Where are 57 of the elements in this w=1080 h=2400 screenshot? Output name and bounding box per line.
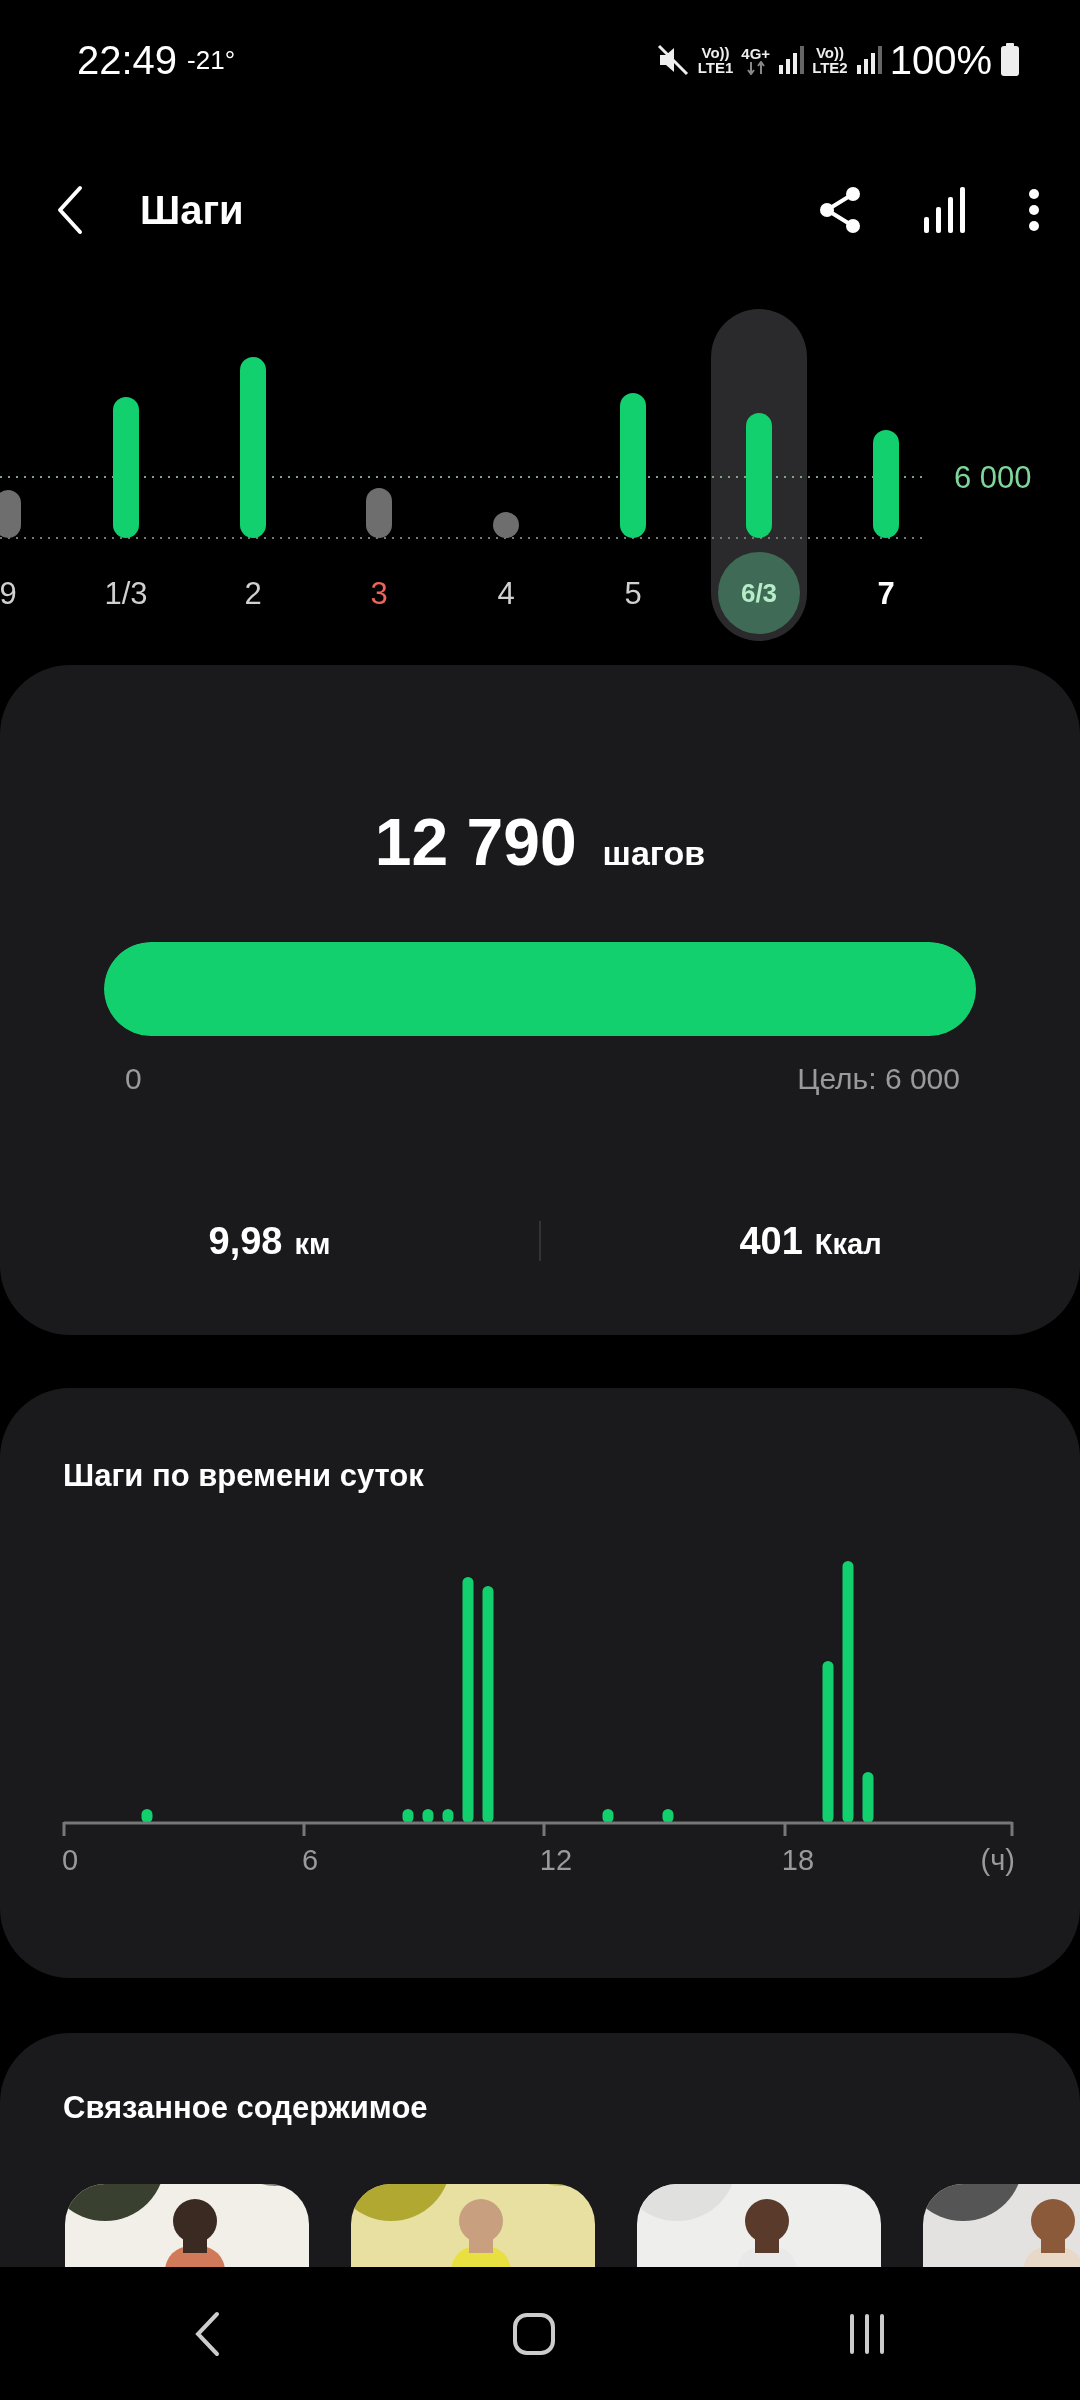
volte-label: Vo)) (700, 45, 731, 60)
hour-bar (402, 1808, 414, 1823)
back-icon (193, 2310, 222, 2357)
card-title: Шаги по времени суток (62, 1457, 425, 1495)
day-label[interactable]: 7 (877, 576, 895, 611)
back-icon (55, 185, 85, 235)
axis-label: 0 (62, 1843, 79, 1876)
back-button[interactable] (55, 185, 85, 235)
clock: 22:49 (77, 37, 178, 84)
distance-value: 9,98 (208, 1218, 283, 1264)
step-unit: шагов (602, 833, 706, 874)
hour-bar (662, 1808, 674, 1823)
step-count: 12 790 (374, 804, 577, 881)
battery-icon (1000, 43, 1020, 77)
battery-percent: 100% (889, 37, 992, 84)
signal-icon (855, 45, 882, 75)
volte-label: Vo)) (814, 45, 845, 60)
home-icon (512, 2311, 556, 2356)
hour-bar (862, 1771, 874, 1823)
temperature: -21° (187, 43, 236, 77)
mute-icon (655, 43, 690, 77)
share-icon (818, 186, 862, 234)
axis-label: 18 (781, 1843, 815, 1876)
data-type-label: 4G+ (741, 45, 771, 61)
page-title: Шаги (140, 187, 244, 234)
hour-bar (442, 1808, 454, 1823)
distance-unit: км (294, 1226, 331, 1262)
more-button[interactable] (1028, 188, 1040, 232)
hour-bar (141, 1808, 153, 1823)
day-label[interactable]: 3 (370, 576, 388, 611)
calories-value: 401 (739, 1218, 803, 1264)
day-label[interactable]: 5 (624, 576, 642, 611)
signal-icon (778, 45, 805, 75)
network-label: LTE1 (697, 60, 734, 75)
bar-chart-icon (922, 187, 968, 233)
axis-label: 12 (539, 1843, 573, 1876)
calories-unit: Ккал (814, 1226, 882, 1262)
axis-label: 6 (301, 1843, 319, 1876)
goal-label: Цель: 6 000 (797, 1061, 960, 1097)
day-label[interactable]: 6/3 (740, 578, 778, 608)
day-label[interactable]: 2 (244, 576, 262, 611)
day-label[interactable]: 1/3 (104, 576, 148, 611)
hour-bar (422, 1808, 434, 1823)
home-button[interactable] (512, 2311, 556, 2356)
chart-button[interactable] (922, 187, 968, 233)
share-button[interactable] (818, 186, 862, 234)
network-label: LTE2 (812, 60, 848, 75)
day-label[interactable]: 9 (0, 576, 17, 611)
hour-bar (602, 1808, 614, 1823)
goal-label: 6 000 (954, 460, 1032, 495)
nav-back-button[interactable] (193, 2310, 222, 2357)
more-icon (1028, 188, 1040, 232)
card-title: Связанное содержимое (62, 2089, 429, 2127)
axis-label: (ч) (980, 1843, 1015, 1876)
data-arrows-icon (745, 60, 766, 75)
progress-start-label: 0 (125, 1061, 142, 1097)
day-label[interactable]: 4 (497, 576, 515, 611)
